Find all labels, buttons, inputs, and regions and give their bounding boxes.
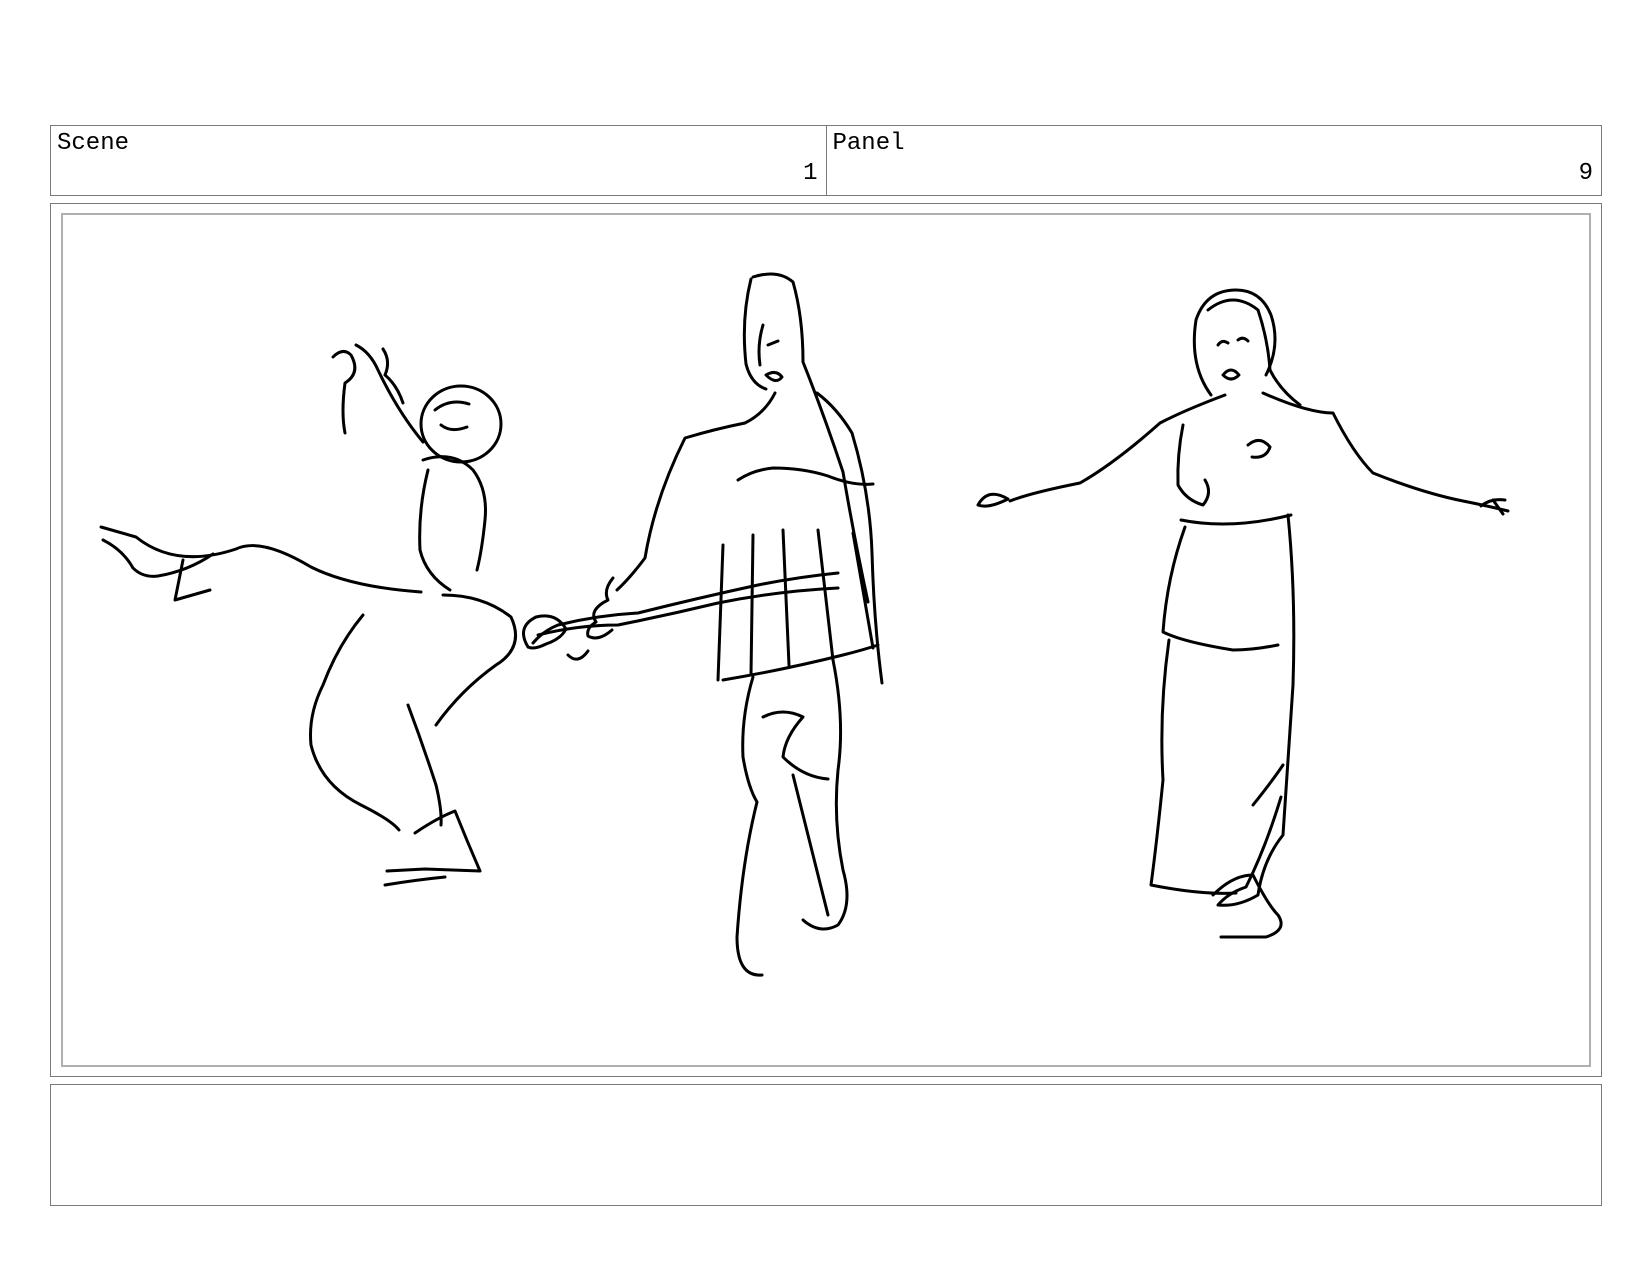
scene-cell: Scene 1: [51, 126, 826, 195]
notes-box[interactable]: [50, 1084, 1602, 1206]
panel-label: Panel: [832, 130, 905, 157]
scene-label: Scene: [57, 130, 130, 157]
storyboard-frame: [50, 203, 1602, 1077]
sketch-figure-middle: [522, 272, 884, 977]
sketch-figure-left: [99, 343, 517, 887]
sketch-drawing: [99, 272, 1510, 977]
panel-header: Scene 1 Panel 9: [50, 125, 1602, 196]
sketch-figure-right: [976, 288, 1510, 939]
storyboard-image-area: [61, 213, 1591, 1067]
panel-cell: Panel 9: [825, 126, 1602, 195]
panel-number: 9: [1578, 160, 1593, 187]
scene-number: 1: [803, 160, 818, 187]
